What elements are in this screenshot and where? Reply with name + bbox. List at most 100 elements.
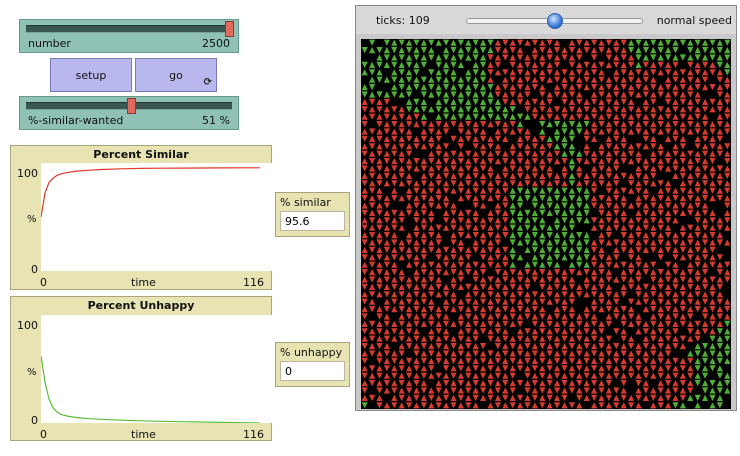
turtle xyxy=(502,232,509,239)
turtle xyxy=(517,128,524,135)
turtle xyxy=(709,195,716,202)
turtle xyxy=(376,291,383,298)
turtle xyxy=(502,165,509,172)
turtle xyxy=(398,254,405,261)
similar-wanted-slider[interactable]: %-similar-wanted 51 % xyxy=(19,96,239,130)
turtle xyxy=(406,158,413,165)
turtle xyxy=(672,313,679,320)
turtle xyxy=(702,306,709,313)
turtle xyxy=(568,232,575,239)
turtle xyxy=(539,69,546,76)
turtle xyxy=(443,335,450,342)
turtle xyxy=(613,39,620,46)
turtle xyxy=(420,372,427,379)
turtle xyxy=(376,143,383,150)
turtle xyxy=(531,209,538,216)
turtle xyxy=(361,306,368,313)
turtle xyxy=(554,84,561,91)
turtle xyxy=(369,380,376,387)
turtle xyxy=(457,91,464,98)
turtle xyxy=(487,224,494,231)
turtle xyxy=(568,165,575,172)
speed-slider[interactable] xyxy=(466,13,643,29)
turtle xyxy=(398,76,405,83)
turtle xyxy=(628,394,635,401)
turtle xyxy=(457,187,464,194)
turtle xyxy=(428,224,435,231)
turtle xyxy=(576,47,583,54)
world-canvas[interactable] xyxy=(361,39,731,409)
turtle xyxy=(480,291,487,298)
turtle xyxy=(657,61,664,68)
turtle xyxy=(472,298,479,305)
turtle xyxy=(420,291,427,298)
turtle xyxy=(502,113,509,120)
turtle xyxy=(465,402,472,409)
turtle xyxy=(376,372,383,379)
go-button[interactable]: go ⟳ xyxy=(135,58,217,92)
turtle xyxy=(539,180,546,187)
turtle xyxy=(716,394,723,401)
turtle xyxy=(391,276,398,283)
turtle xyxy=(376,254,383,261)
turtle xyxy=(376,350,383,357)
turtle xyxy=(480,387,487,394)
number-slider-track[interactable] xyxy=(26,25,232,33)
turtle xyxy=(494,387,501,394)
turtle xyxy=(546,143,553,150)
turtle xyxy=(517,39,524,46)
turtle xyxy=(383,61,390,68)
turtle xyxy=(657,343,664,350)
turtle xyxy=(620,335,627,342)
setup-button[interactable]: setup xyxy=(50,58,132,92)
turtle xyxy=(694,298,701,305)
turtle xyxy=(517,217,524,224)
turtle xyxy=(702,246,709,253)
turtle xyxy=(465,298,472,305)
turtle xyxy=(628,261,635,268)
turtle xyxy=(694,343,701,350)
turtle xyxy=(665,291,672,298)
turtle xyxy=(665,394,672,401)
turtle xyxy=(494,158,501,165)
turtle xyxy=(724,239,731,246)
turtle xyxy=(561,350,568,357)
turtle xyxy=(502,372,509,379)
turtle xyxy=(457,394,464,401)
turtle xyxy=(546,106,553,113)
turtle xyxy=(635,76,642,83)
turtle xyxy=(687,254,694,261)
turtle xyxy=(480,76,487,83)
turtle xyxy=(642,172,649,179)
turtle xyxy=(531,276,538,283)
turtle xyxy=(591,121,598,128)
turtle xyxy=(650,298,657,305)
turtle xyxy=(383,246,390,253)
turtle xyxy=(502,84,509,91)
turtle xyxy=(435,202,442,209)
turtle xyxy=(502,47,509,54)
turtle xyxy=(450,113,457,120)
turtle xyxy=(598,224,605,231)
turtle xyxy=(531,343,538,350)
turtle xyxy=(531,365,538,372)
turtle xyxy=(591,320,598,327)
turtle xyxy=(694,306,701,313)
turtle xyxy=(531,61,538,68)
turtle xyxy=(465,246,472,253)
turtle xyxy=(546,69,553,76)
turtle xyxy=(487,165,494,172)
turtle xyxy=(487,98,494,105)
turtle xyxy=(576,350,583,357)
number-slider[interactable]: number 2500 xyxy=(19,19,239,53)
turtle xyxy=(494,143,501,150)
turtle xyxy=(687,106,694,113)
similar-wanted-slider-thumb[interactable] xyxy=(127,98,136,114)
number-slider-thumb[interactable] xyxy=(225,21,234,37)
speed-slider-knob[interactable] xyxy=(547,13,563,29)
turtle xyxy=(591,372,598,379)
turtle xyxy=(716,128,723,135)
turtle xyxy=(517,47,524,54)
turtle xyxy=(435,320,442,327)
turtle xyxy=(383,283,390,290)
